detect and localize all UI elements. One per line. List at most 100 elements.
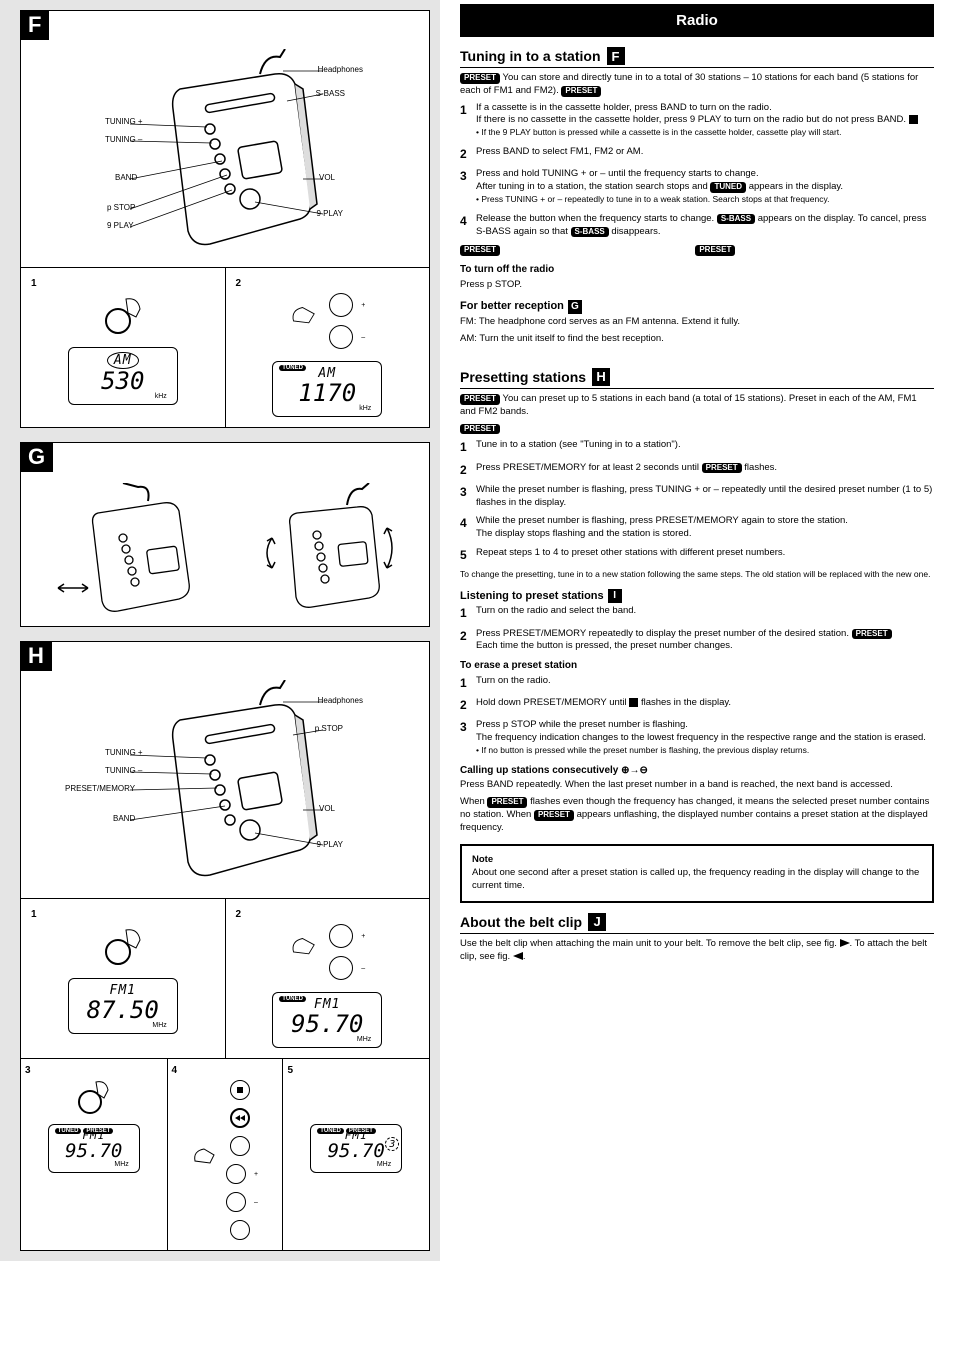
- step-1-num: 1: [31, 278, 37, 289]
- preset-pill-icon: PRESET: [460, 245, 500, 256]
- tuned-pill: TUNED: [55, 1128, 82, 1134]
- label-tuning-plus: TUNING +: [105, 748, 143, 757]
- lcd-freq: 530: [101, 369, 144, 393]
- lcd-freq: 1170: [298, 381, 356, 405]
- section-f-title: Tuning in to a station F: [460, 47, 934, 68]
- preset-pill-icon: PRESET: [702, 463, 742, 474]
- h-step3-panel: 3 TUNEDPRESET FM1 95.70 MHz: [21, 1059, 168, 1250]
- tuned-pill: TUNED: [279, 996, 306, 1002]
- section-tag-i-inline: I: [608, 589, 622, 603]
- sbass-pill-icon-2: S-BASS: [571, 227, 609, 238]
- fm-antenna-illustration: [53, 483, 203, 616]
- step-2-num: 2: [236, 909, 242, 920]
- lcd-freq: 95.70: [328, 1142, 385, 1161]
- section-tag-h-inline: H: [592, 368, 610, 386]
- h-step-3: While the preset number is flashing, pre…: [460, 484, 934, 510]
- step-2-num: 2: [236, 278, 242, 289]
- overwrite-note: To change the presetting, tune in to a n…: [460, 569, 934, 580]
- lcd-fm-preset: TUNEDPRESET FM1 95.70 MHz: [48, 1124, 140, 1173]
- section-tag-g-inline: G: [568, 300, 582, 314]
- label-tuning-plus: TUNING +: [105, 117, 143, 126]
- stop-icon: [629, 698, 638, 707]
- plus-button-sm: [226, 1164, 246, 1184]
- preset-pill-icon: PRESET: [460, 394, 500, 405]
- fm-reception: FM: The headphone cord serves as an FM a…: [460, 316, 934, 329]
- lcd-am-530: AM 530 kHz: [68, 347, 178, 405]
- preset-pill-icon: PRESET: [460, 424, 500, 435]
- diagram-f: F: [20, 10, 430, 428]
- f-intro: PRESET You can store and directly tune i…: [460, 72, 934, 98]
- h-step1-panel: 1 FM1 87.50 MHz: [21, 899, 226, 1058]
- step1-panel: 1 AM 530 kHz: [21, 268, 226, 427]
- label-preset: PRESET/MEMORY: [65, 784, 135, 793]
- lcd-freq: 95.70: [291, 1012, 363, 1036]
- preset-pill-icon: PRESET: [460, 73, 500, 84]
- label-play: 9 PLAY: [107, 221, 134, 230]
- h-step4-panel: 4 + –: [168, 1059, 284, 1250]
- label-band: BAND: [113, 814, 135, 823]
- triangle-icon: [513, 951, 523, 962]
- triangle-icon: [840, 938, 850, 949]
- f-step-1: If a cassette is in the cassette holder,…: [460, 102, 934, 140]
- section-h-title: Presetting stations H: [460, 368, 934, 389]
- label-tuning-minus: TUNING –: [105, 135, 142, 144]
- press-tuning-icon: [289, 934, 325, 970]
- label-band: BAND: [115, 173, 137, 182]
- step-1-num: 1: [31, 909, 37, 920]
- calling-body: Press BAND repeatedly. When the last pre…: [460, 779, 934, 792]
- lcd-fm-9570: TUNED FM1 95.70 MHz: [272, 992, 382, 1048]
- press-preset-icon: [74, 1076, 114, 1116]
- rewind-symbol-button: [230, 1108, 250, 1128]
- text-column: Radio Tuning in to a station F PRESET Yo…: [440, 0, 954, 1261]
- turnoff-heading: To turn off the radio: [460, 263, 934, 277]
- plus-button: [329, 924, 353, 948]
- press-tuning-icon: [289, 303, 325, 339]
- f-step-4: Release the button when the frequency st…: [460, 213, 934, 239]
- stop-symbol-button: [230, 1080, 250, 1100]
- tuned-pill-icon: TUNED: [710, 182, 746, 193]
- section-tag-f-inline: F: [607, 47, 625, 65]
- step-3-num: 3: [25, 1065, 31, 1076]
- diagram-column: F: [0, 0, 440, 1261]
- label-headphones: Headphones: [318, 696, 363, 705]
- press-band-icon: [98, 289, 148, 339]
- f-step-3: Press and hold TUNING + or – until the f…: [460, 168, 934, 206]
- f-step-2: Press BAND to select FM1, FM2 or AM.: [460, 146, 934, 162]
- am-rotate-illustration: [247, 483, 397, 616]
- note-body: About one second after a preset station …: [472, 867, 919, 891]
- erase-heading: To erase a preset station: [460, 659, 934, 673]
- minus-button-sm: [226, 1192, 246, 1212]
- diagram-h: H: [20, 641, 430, 1251]
- preset-number: 3: [385, 1137, 399, 1151]
- label-vol: VOL: [319, 173, 335, 182]
- device-illustration-h: TUNING + TUNING – PRESET/MEMORY BAND Hea…: [125, 680, 325, 890]
- preset-pill-icon: PRESET: [534, 810, 574, 821]
- preset-pill-icon: PRESET: [695, 245, 735, 256]
- listen-heading: Listening to preset stations I: [460, 589, 934, 604]
- step-4-num: 4: [172, 1065, 178, 1076]
- step2-panel: 2 + – TUNED AM 1170 kHz: [226, 268, 430, 427]
- am-reception: AM: Turn the unit itself to find the bes…: [460, 333, 934, 346]
- preset-pill: PRESET: [83, 1128, 113, 1134]
- listen-step-1: Turn on the radio and select the band.: [460, 605, 934, 621]
- label-headphones: Headphones: [318, 65, 363, 74]
- note-box: Note About one second after a preset sta…: [460, 844, 934, 902]
- label-tuning-minus: TUNING –: [105, 766, 142, 775]
- preset-pill-icon: PRESET: [561, 86, 601, 97]
- diagram-g: G: [20, 442, 430, 627]
- section-tag-h: H: [20, 641, 52, 671]
- lcd-unit: MHz: [114, 1161, 128, 1168]
- h-step2-panel: 2 + – TUNED FM1 95.70 MH: [226, 899, 430, 1058]
- lcd-unit: MHz: [377, 1161, 391, 1168]
- h-step-2: Press PRESET/MEMORY for at least 2 secon…: [460, 462, 934, 478]
- erase-step-2: Hold down PRESET/MEMORY until flashes in…: [460, 697, 934, 713]
- label-pstop: p STOP: [315, 724, 343, 733]
- label-sbass: S-BASS: [316, 89, 345, 98]
- erase-step-3: Press p STOP while the preset number is …: [460, 719, 934, 757]
- h-step-4: While the preset number is flashing, pre…: [460, 515, 934, 541]
- press-band-icon: [98, 920, 148, 970]
- note-heading: Note: [472, 854, 493, 865]
- lcd-fm-8750: FM1 87.50 MHz: [68, 978, 178, 1034]
- turnoff-text: Press p STOP.: [460, 279, 934, 292]
- press-icon: [192, 1145, 222, 1175]
